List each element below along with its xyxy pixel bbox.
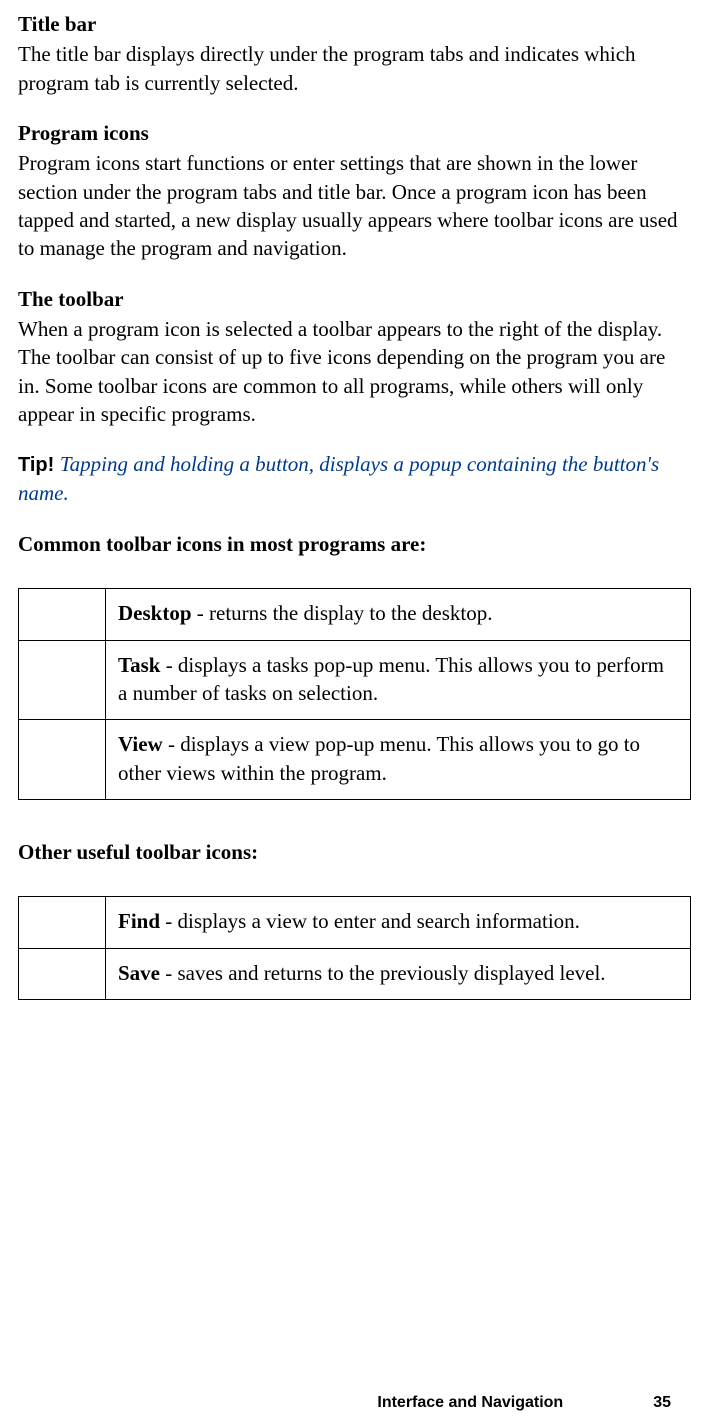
footer-title: Interface and Navigation [377, 1392, 563, 1414]
desc: - displays a view to enter and search in… [160, 909, 580, 933]
icon-cell-desktop [19, 589, 106, 640]
table-common-icons: Desktop - returns the display to the des… [18, 588, 691, 800]
desc: - saves and returns to the previously di… [160, 961, 606, 985]
icon-cell-save [19, 948, 106, 999]
table-row: Desktop - returns the display to the des… [19, 589, 691, 640]
page-footer: Interface and Navigation 35 [0, 1392, 709, 1414]
footer-page-number: 35 [653, 1392, 671, 1414]
term: Save [118, 961, 160, 985]
term: Task [118, 653, 160, 677]
para-program-icons: Program icons start functions or enter s… [18, 149, 691, 262]
heading-program-icons: Program icons [18, 119, 691, 147]
desc: - displays a view pop-up menu. This allo… [118, 732, 640, 784]
icon-cell-view [19, 720, 106, 800]
tip-label: Tip! [18, 454, 60, 476]
table-row: Find - displays a view to enter and sear… [19, 897, 691, 948]
desc-cell: Find - displays a view to enter and sear… [106, 897, 691, 948]
table-row: View - displays a view pop-up menu. This… [19, 720, 691, 800]
icon-cell-task [19, 640, 106, 720]
heading-toolbar: The toolbar [18, 285, 691, 313]
subheading-other-icons: Other useful toolbar icons: [18, 838, 691, 866]
desc-cell: Desktop - returns the display to the des… [106, 589, 691, 640]
table-row: Task - displays a tasks pop-up menu. Thi… [19, 640, 691, 720]
desc-cell: Task - displays a tasks pop-up menu. Thi… [106, 640, 691, 720]
icon-cell-find [19, 897, 106, 948]
desc: - displays a tasks pop-up menu. This all… [118, 653, 664, 705]
tip-block: Tip! Tapping and holding a button, displ… [18, 450, 691, 507]
para-title-bar: The title bar displays directly under th… [18, 40, 691, 97]
tip-text: Tapping and holding a button, displays a… [18, 452, 659, 505]
term: View [118, 732, 163, 756]
desc-cell: View - displays a view pop-up menu. This… [106, 720, 691, 800]
desc-cell: Save - saves and returns to the previous… [106, 948, 691, 999]
term: Desktop [118, 601, 192, 625]
heading-title-bar: Title bar [18, 10, 691, 38]
desc: - returns the display to the desktop. [192, 601, 493, 625]
subheading-common-icons: Common toolbar icons in most programs ar… [18, 530, 691, 558]
para-toolbar: When a program icon is selected a toolba… [18, 315, 691, 428]
table-other-icons: Find - displays a view to enter and sear… [18, 896, 691, 1000]
table-row: Save - saves and returns to the previous… [19, 948, 691, 999]
term: Find [118, 909, 160, 933]
